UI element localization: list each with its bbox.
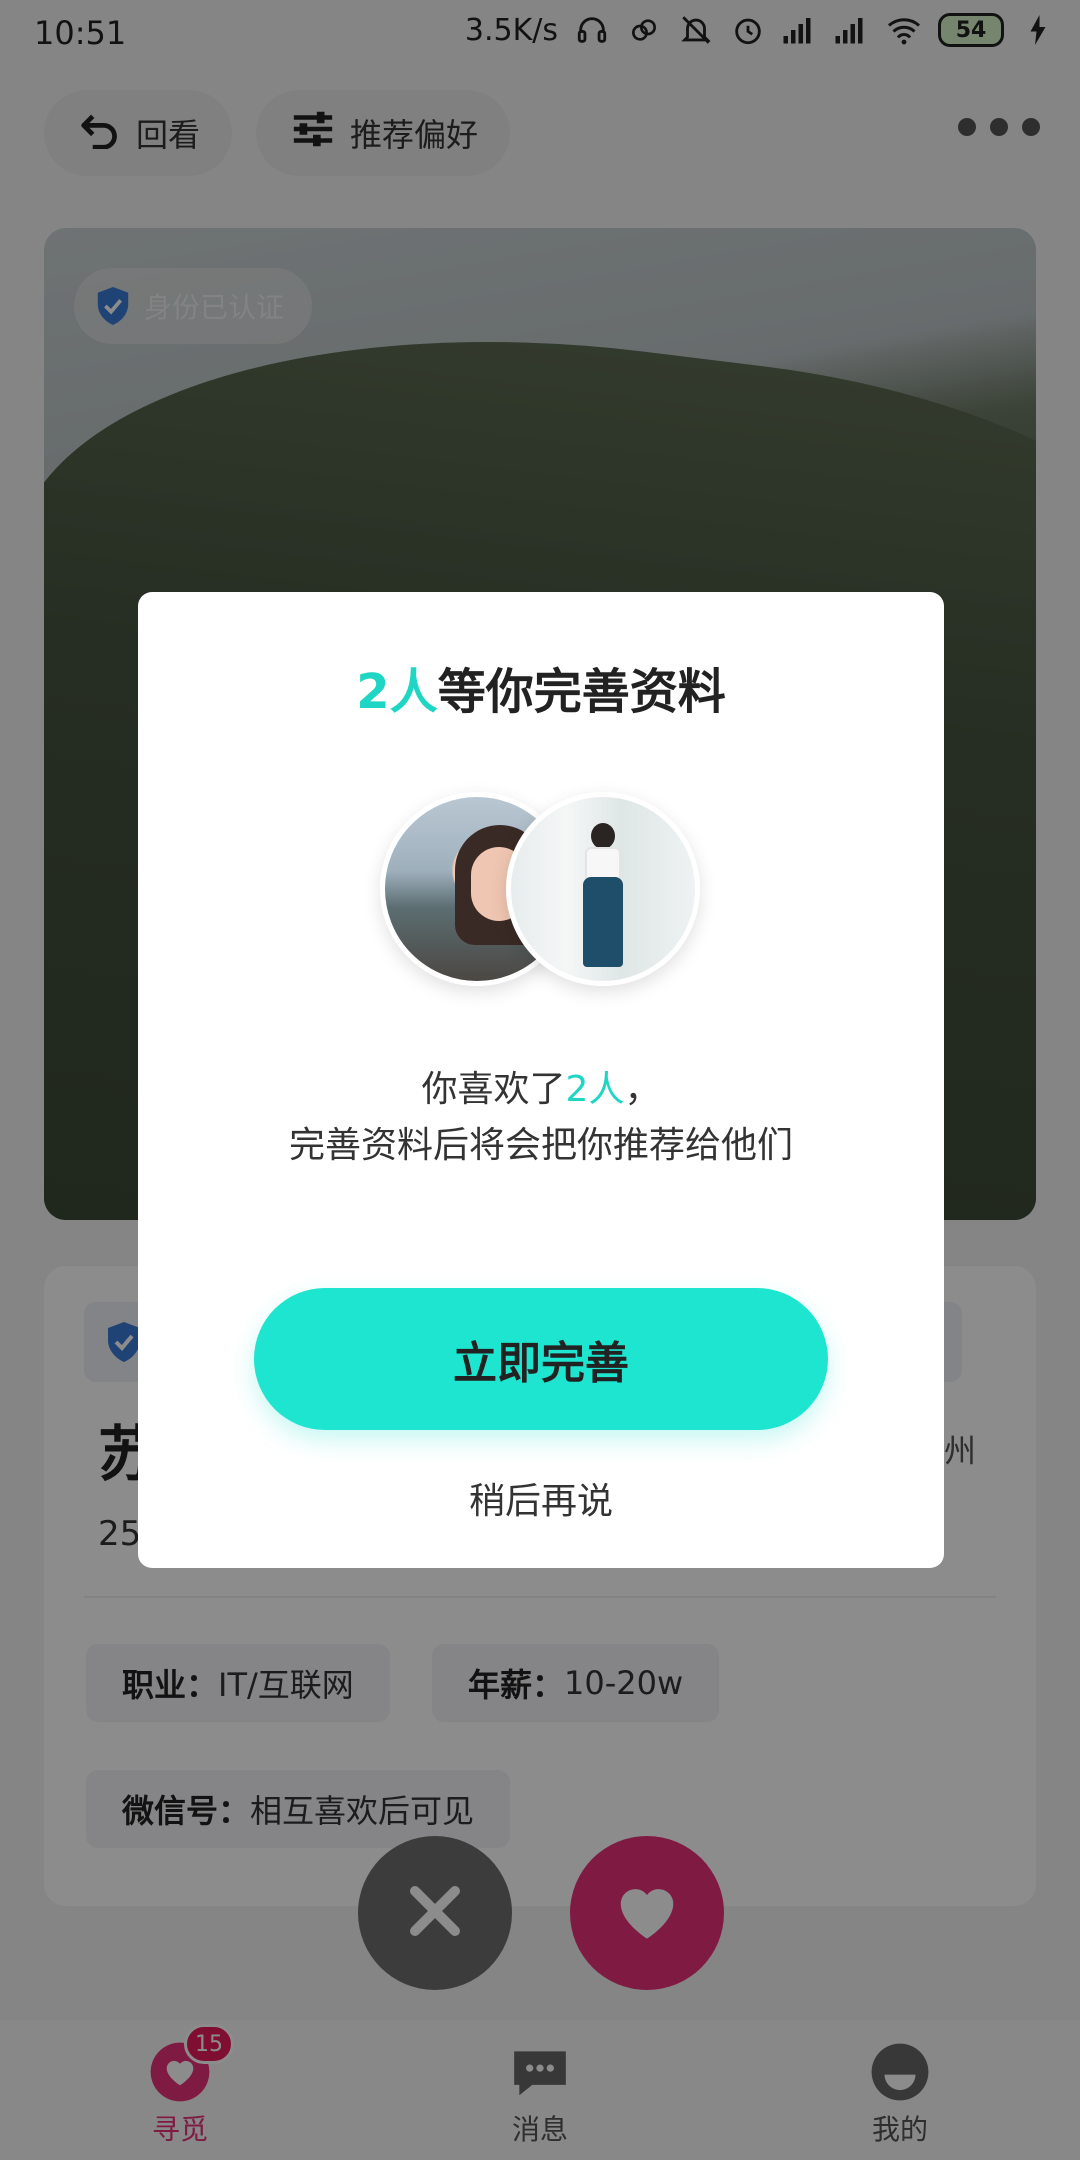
title-count: 2人 [356,664,438,720]
desc-suffix: ， [624,1069,661,1110]
complete-profile-dialog: 2人等你完善资料 你喜欢了2人， 完善资料后将会把你推荐给他们 立即完善 稍后再… [138,592,944,1568]
avatar [506,792,700,986]
desc-line-2: 完善资料后将会把你推荐给他们 [288,1125,793,1166]
title-text: 等你完善资料 [437,664,726,720]
desc-line-1: 你喜欢了2人， [138,1062,944,1118]
later-button[interactable]: 稍后再说 [138,1472,944,1524]
dialog-description: 你喜欢了2人， 完善资料后将会把你推荐给他们 [138,1062,944,1174]
liked-users-avatars [380,792,710,992]
desc-count: 2人 [565,1069,625,1110]
desc-prefix: 你喜欢了 [421,1069,566,1110]
dialog-title: 2人等你完善资料 [138,652,944,722]
complete-now-button[interactable]: 立即完善 [254,1288,828,1430]
